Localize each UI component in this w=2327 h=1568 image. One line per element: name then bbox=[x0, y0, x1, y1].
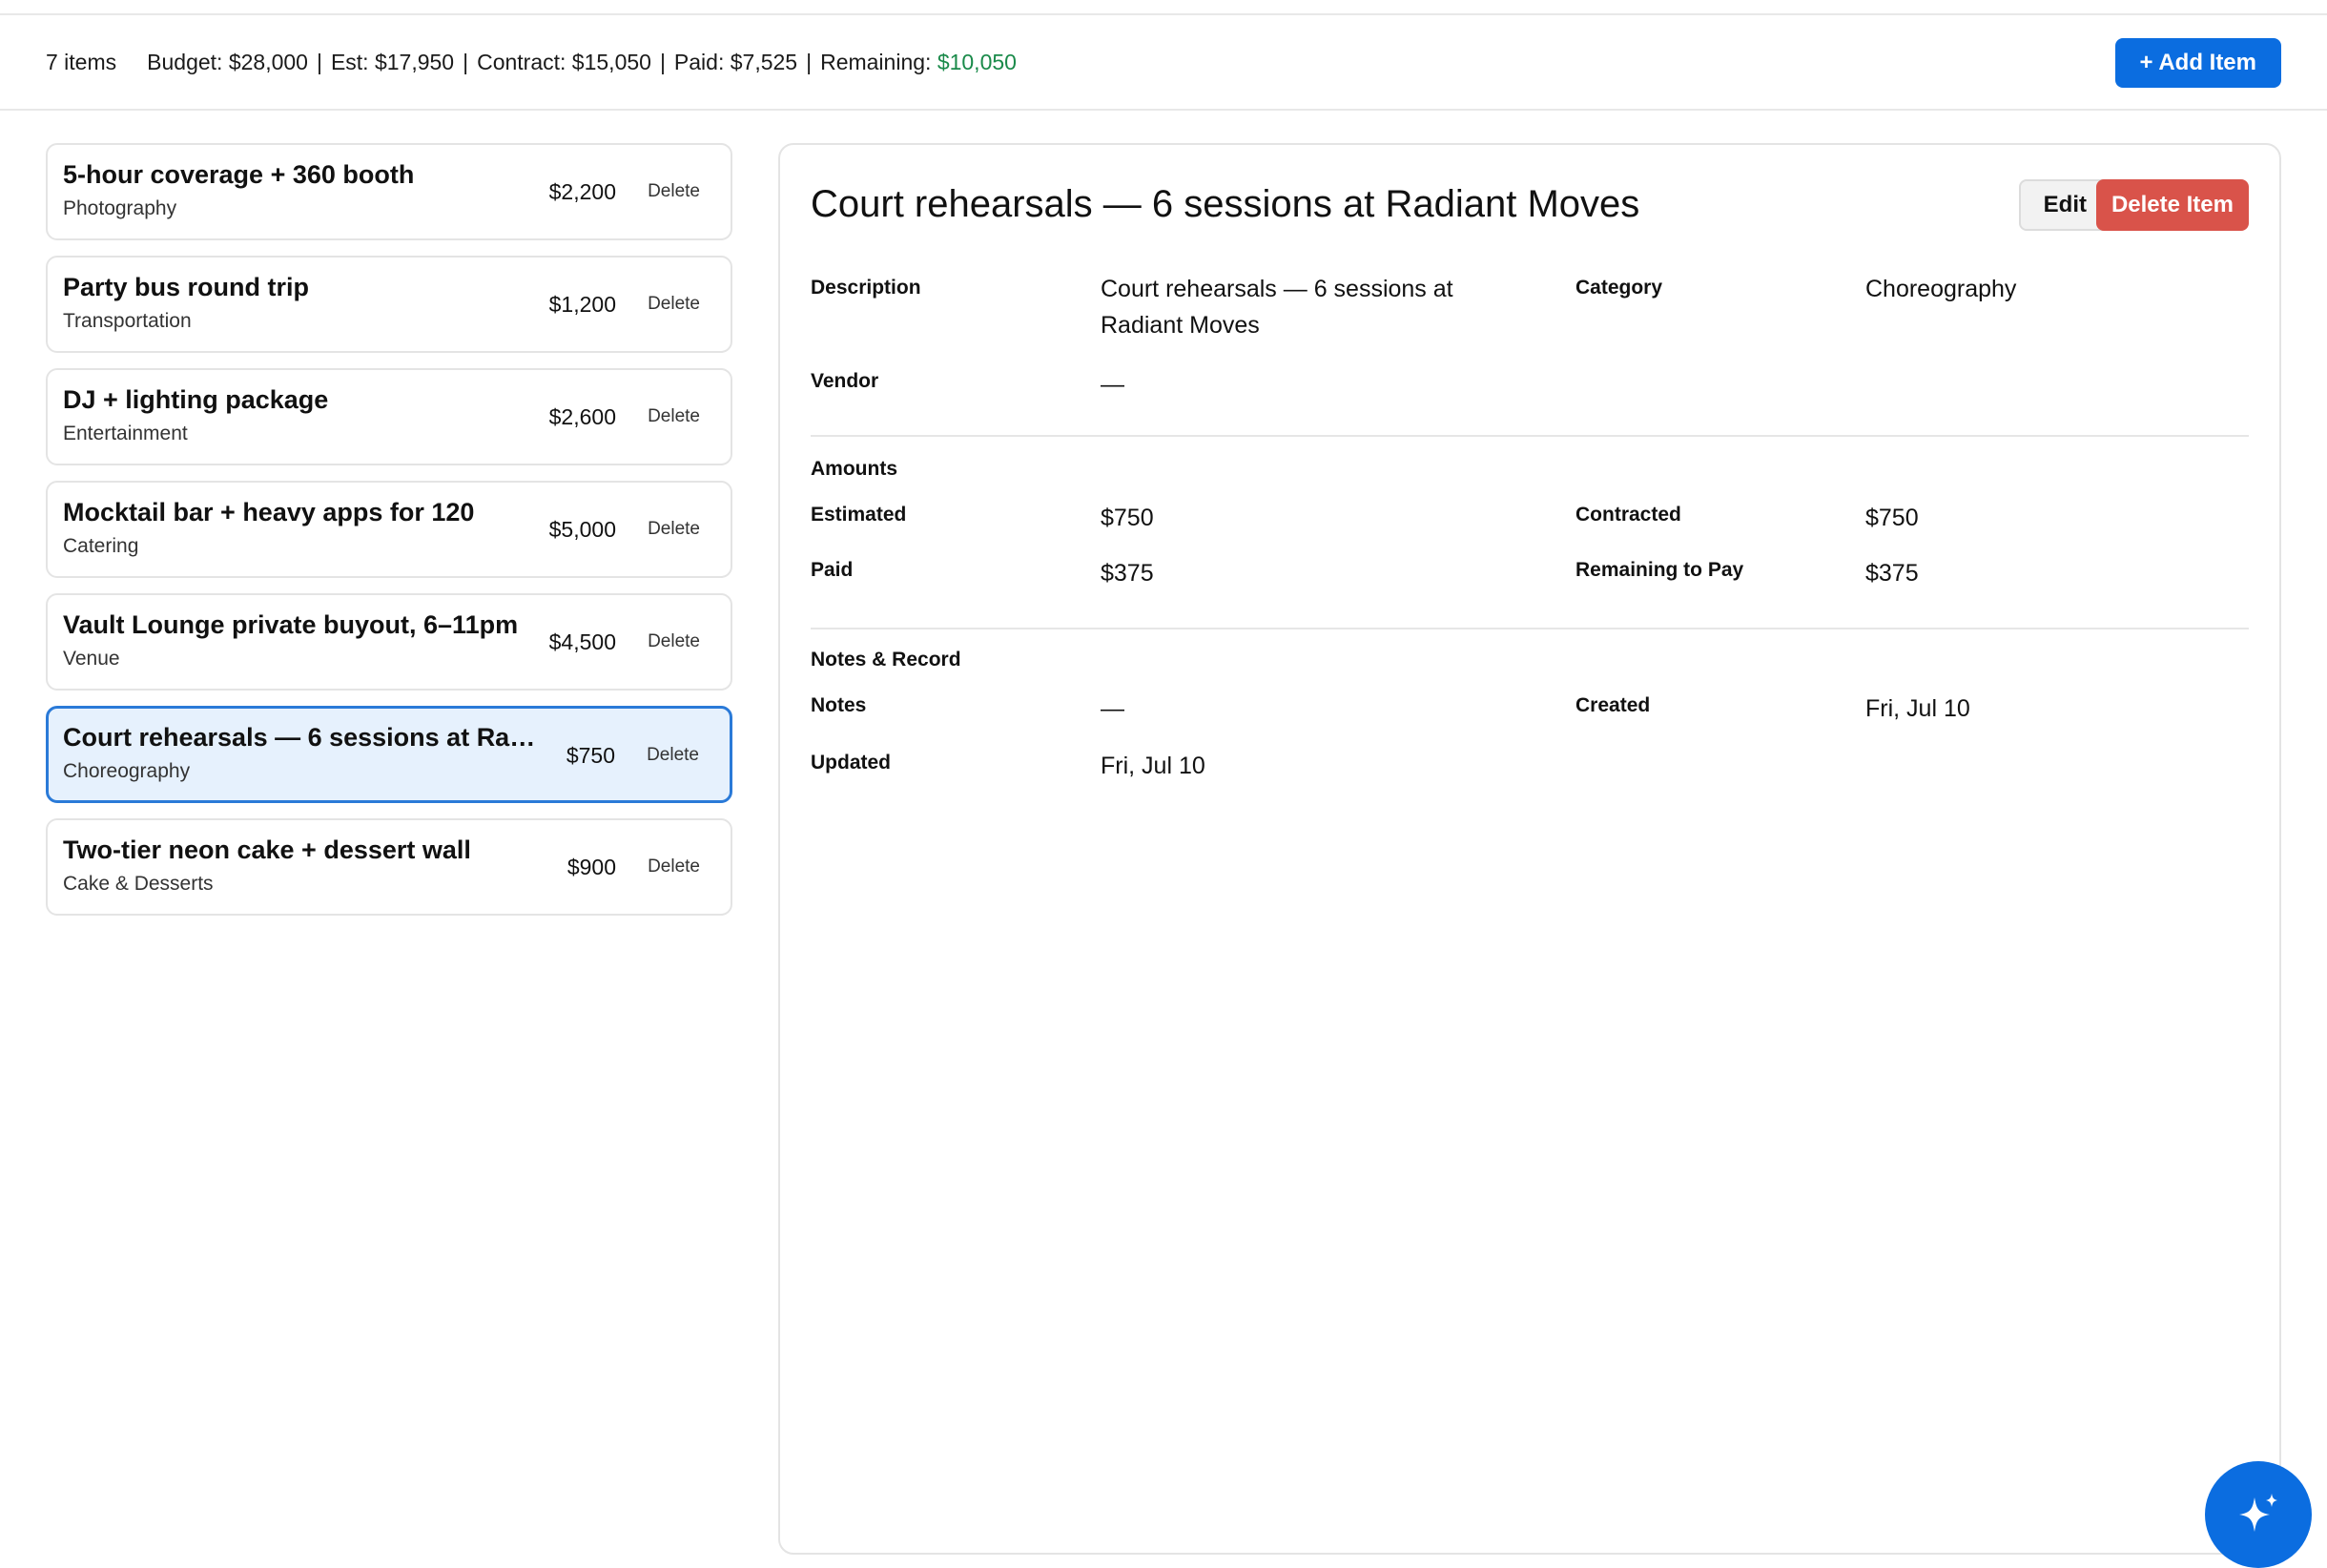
section-divider bbox=[811, 628, 2249, 629]
paid-value: $375 bbox=[1101, 560, 1154, 587]
separator: | bbox=[463, 49, 469, 74]
budget-summary: Budget: $28,000 | Est: $17,950 | Contrac… bbox=[147, 50, 1017, 75]
item-title: Vault Lounge private buyout, 6–11pm bbox=[63, 610, 519, 639]
item-title: 5-hour coverage + 360 booth bbox=[63, 160, 415, 189]
list-item[interactable]: DJ + lighting package Entertainment $2,6… bbox=[46, 368, 732, 465]
item-list: 5-hour coverage + 360 booth Photography … bbox=[46, 143, 732, 931]
separator: | bbox=[659, 49, 666, 74]
item-amount: $2,600 bbox=[548, 404, 616, 429]
item-amount: $1,200 bbox=[548, 292, 616, 317]
section-divider bbox=[811, 435, 2249, 437]
delete-item-detail-button[interactable]: Delete Item bbox=[2095, 179, 2249, 231]
estimated-label: Estimated bbox=[811, 504, 907, 526]
estimated-value: $750 bbox=[1101, 505, 1154, 531]
delete-item-button[interactable]: Delete bbox=[648, 631, 700, 652]
description-value: Court rehearsals — 6 sessions at Radiant… bbox=[1101, 271, 1453, 343]
paid-total: Paid: $7,525 bbox=[673, 49, 798, 74]
item-amount: $4,500 bbox=[548, 629, 616, 654]
created-label: Created bbox=[1575, 694, 1651, 716]
item-title: Party bus round trip bbox=[63, 273, 310, 301]
vendor-value: — bbox=[1101, 371, 1124, 398]
item-amount: $750 bbox=[566, 743, 615, 768]
item-category: Choreography bbox=[63, 760, 191, 782]
description-label: Description bbox=[811, 277, 921, 299]
delete-item-button[interactable]: Delete bbox=[648, 519, 700, 540]
delete-item-button[interactable]: Delete bbox=[647, 745, 699, 766]
description-line: Radiant Moves bbox=[1101, 312, 1260, 339]
category-value: Choreography bbox=[1865, 276, 2017, 302]
created-value: Fri, Jul 10 bbox=[1865, 695, 1970, 722]
summary-bar: 7 items Budget: $28,000 | Est: $17,950 |… bbox=[0, 15, 2327, 111]
description-line: Court rehearsals — 6 sessions at bbox=[1101, 276, 1453, 302]
sparkle-icon bbox=[2239, 1494, 2277, 1532]
separator: | bbox=[316, 49, 322, 74]
item-title: Mocktail bar + heavy apps for 120 bbox=[63, 498, 475, 526]
remaining-label: Remaining: bbox=[820, 49, 932, 74]
amounts-section-title: Amounts bbox=[811, 458, 897, 480]
list-item[interactable]: 5-hour coverage + 360 booth Photography … bbox=[46, 143, 732, 240]
item-title: Two-tier neon cake + dessert wall bbox=[63, 836, 471, 864]
delete-item-button[interactable]: Delete bbox=[648, 406, 700, 427]
detail-title: Court rehearsals — 6 sessions at Radiant… bbox=[811, 183, 1640, 225]
list-item[interactable]: Two-tier neon cake + dessert wall Cake &… bbox=[46, 818, 732, 916]
contracted-label: Contracted bbox=[1575, 504, 1681, 526]
item-count: 7 items bbox=[46, 49, 117, 74]
item-title: Court rehearsals — 6 sessions at Radiant… bbox=[63, 723, 540, 752]
category-label: Category bbox=[1575, 277, 1663, 299]
paid-label: Paid bbox=[811, 559, 854, 581]
item-amount: $2,200 bbox=[548, 179, 616, 204]
delete-item-button[interactable]: Delete bbox=[648, 181, 700, 202]
remaining-to-pay-value: $375 bbox=[1865, 560, 1919, 587]
notes-value: — bbox=[1101, 695, 1124, 722]
list-item-selected[interactable]: Court rehearsals — 6 sessions at Radiant… bbox=[46, 706, 732, 803]
item-title: DJ + lighting package bbox=[63, 385, 329, 414]
assistant-fab-button[interactable] bbox=[2205, 1461, 2312, 1568]
list-item[interactable]: Party bus round trip Transportation $1,2… bbox=[46, 256, 732, 353]
remaining-total: $10,050 bbox=[937, 49, 1017, 74]
contracted-value: $750 bbox=[1865, 505, 1919, 531]
notes-label: Notes bbox=[811, 694, 867, 716]
vendor-label: Vendor bbox=[811, 370, 879, 392]
budget-total: Budget: $28,000 bbox=[147, 49, 308, 74]
remaining-to-pay-label: Remaining to Pay bbox=[1575, 559, 1744, 581]
item-amount: $5,000 bbox=[548, 517, 616, 542]
updated-value: Fri, Jul 10 bbox=[1101, 753, 1205, 779]
delete-item-button[interactable]: Delete bbox=[648, 294, 700, 315]
list-item[interactable]: Vault Lounge private buyout, 6–11pm Venu… bbox=[46, 593, 732, 691]
item-amount: $900 bbox=[566, 855, 616, 879]
estimated-total: Est: $17,950 bbox=[330, 49, 455, 74]
updated-label: Updated bbox=[811, 752, 891, 774]
notes-section-title: Notes & Record bbox=[811, 649, 961, 671]
add-item-button[interactable]: + Add Item bbox=[2114, 38, 2281, 88]
delete-item-button[interactable]: Delete bbox=[648, 856, 700, 877]
contract-total: Contract: $15,050 bbox=[477, 49, 651, 74]
item-detail-panel: Court rehearsals — 6 sessions at Radiant… bbox=[778, 143, 2281, 1555]
list-item[interactable]: Mocktail bar + heavy apps for 120 Cateri… bbox=[46, 481, 732, 578]
separator: | bbox=[806, 49, 813, 74]
